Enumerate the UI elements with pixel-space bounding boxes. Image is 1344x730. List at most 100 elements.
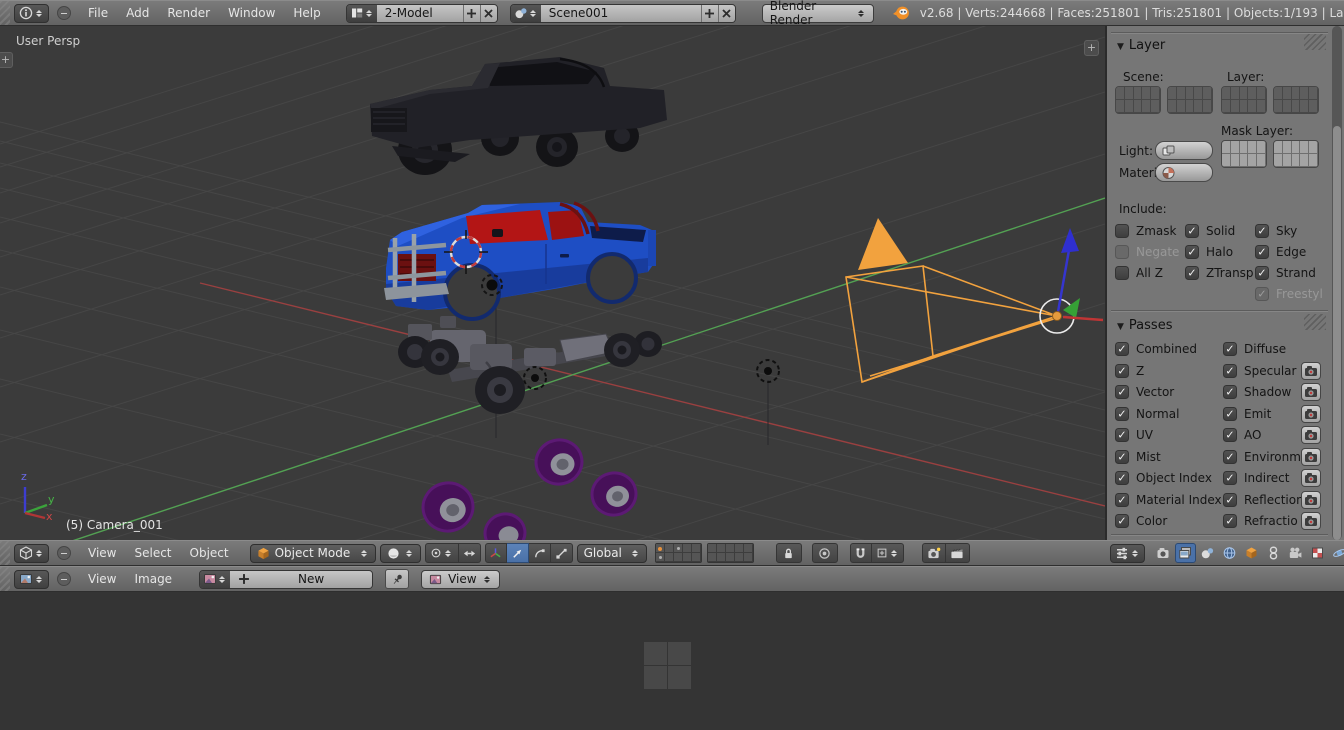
snap-element-dropdown[interactable] [871, 543, 904, 563]
checkbox-specular[interactable]: ✓ [1223, 364, 1237, 378]
layer-toggle-cell[interactable] [1274, 87, 1283, 100]
delete-layout-button[interactable] [479, 4, 497, 22]
properties-tab-render-layers[interactable] [1175, 543, 1196, 563]
delete-scene-button[interactable] [717, 4, 735, 22]
material-override-field[interactable] [1155, 163, 1213, 182]
pivot-point-dropdown[interactable] [424, 543, 459, 563]
layer-toggle-cell[interactable] [1230, 87, 1240, 100]
properties-tab-texture[interactable] [1307, 543, 1328, 563]
lock-to-scene-button[interactable] [775, 543, 802, 563]
layer-toggle-cell[interactable] [691, 544, 701, 553]
opengl-render-image-button[interactable] [921, 543, 946, 563]
editor-type-image-button[interactable] [14, 569, 49, 589]
layer-toggle-cell[interactable] [1222, 100, 1231, 113]
layer-toggle-cell[interactable] [1309, 141, 1318, 154]
layer-toggle-cell[interactable] [1222, 87, 1231, 100]
scene-name[interactable]: Scene001 [540, 4, 701, 22]
layer-toggle-cell[interactable] [664, 544, 674, 553]
collapse-menus-button[interactable] [57, 546, 71, 560]
layer-toggle-cell[interactable] [1257, 141, 1266, 154]
layer-toggle-cell[interactable] [1282, 141, 1292, 154]
layer-toggle-cell[interactable] [1257, 87, 1266, 100]
menu-view[interactable]: View [79, 546, 125, 560]
layer-toggle-cell[interactable] [673, 553, 683, 562]
layer-toggle-cell[interactable] [1151, 87, 1160, 100]
layer-toggle-cell[interactable] [1176, 87, 1186, 100]
layer-toggle-cell[interactable] [664, 553, 674, 562]
menu-view[interactable]: View [79, 572, 125, 586]
checkbox-z[interactable]: ✓ [1115, 364, 1129, 378]
checkbox-negate[interactable] [1115, 245, 1129, 259]
layer-toggle-cell[interactable] [1309, 100, 1318, 113]
pass-exclude-toggle-ao[interactable] [1301, 426, 1321, 444]
layer-toggle-cell[interactable] [1203, 87, 1212, 100]
layer-toggle-cell[interactable] [1194, 87, 1204, 100]
rotate-manipulator-button[interactable] [528, 543, 551, 563]
panel-drag-grip[interactable] [1304, 34, 1326, 50]
layer-toggle-cell[interactable] [1248, 87, 1258, 100]
layer-toggle-cell[interactable] [743, 544, 753, 553]
layer-toggle-cell[interactable] [682, 553, 692, 562]
properties-tab-physics[interactable] [1329, 543, 1344, 563]
layer-toggle-cell[interactable] [1248, 100, 1258, 113]
layer-toggle-cell[interactable] [1124, 87, 1134, 100]
editor-type-info-button[interactable] [14, 3, 49, 23]
pin-image-button[interactable] [385, 569, 410, 589]
layer-toggle-cell[interactable] [1133, 100, 1143, 113]
panel-scrollbar[interactable] [1332, 26, 1342, 540]
layer-toggle-cell[interactable] [1230, 100, 1240, 113]
layer-toggle-cell[interactable] [1116, 87, 1125, 100]
layer-toggle-cell[interactable] [1203, 100, 1212, 113]
screen-layout-name[interactable]: 2-Model [376, 4, 463, 22]
new-image-button[interactable]: New [230, 570, 373, 588]
add-scene-button[interactable] [700, 4, 718, 22]
properties-region-handle[interactable]: + [1084, 40, 1099, 56]
purple-wheels-object[interactable] [419, 436, 640, 540]
proportional-edit-button[interactable] [811, 543, 838, 563]
checkbox-mist[interactable]: ✓ [1115, 450, 1129, 464]
layer-toggle-cell[interactable] [1194, 100, 1204, 113]
layer-toggle-cell[interactable] [1274, 100, 1283, 113]
editor-type-view3d-button[interactable] [14, 543, 49, 563]
checkbox-solid[interactable]: ✓ [1185, 224, 1199, 238]
layer-toggle-cell[interactable] [725, 544, 735, 553]
panel-drag-grip[interactable] [1304, 314, 1326, 330]
layer-toggle-cell[interactable] [734, 544, 744, 553]
translate-manipulator-button[interactable] [506, 543, 529, 563]
header-grip[interactable] [0, 567, 10, 591]
layer-toggle-cell[interactable] [1282, 154, 1292, 167]
layer-toggle-cell[interactable] [1239, 154, 1249, 167]
layer-toggle-cell[interactable] [673, 544, 683, 553]
editor-type-properties-button[interactable] [1110, 543, 1145, 563]
image-editor-canvas[interactable] [0, 592, 1344, 730]
checkbox-zmask[interactable] [1115, 224, 1129, 238]
layer-toggle-cell[interactable] [655, 544, 665, 553]
layer-toggle-cell[interactable] [1291, 141, 1301, 154]
layer-toggle-cell[interactable] [1185, 87, 1195, 100]
checkbox-combined[interactable]: ✓ [1115, 342, 1129, 356]
layer-toggle-cell[interactable] [691, 553, 701, 562]
layer-toggle-cell[interactable] [1282, 100, 1292, 113]
layer-toggle-cell[interactable] [1291, 87, 1301, 100]
properties-tab-object[interactable] [1241, 543, 1262, 563]
layer-toggle-cell[interactable] [1239, 100, 1249, 113]
layer-toggle-cell[interactable] [1257, 100, 1266, 113]
checkbox-environm[interactable]: ✓ [1223, 450, 1237, 464]
layer-toggle-cell[interactable] [1248, 154, 1258, 167]
layer-toggle-cell[interactable] [1300, 100, 1310, 113]
scale-manipulator-button[interactable] [550, 543, 573, 563]
layer-toggle-cell[interactable] [743, 553, 753, 562]
header-grip[interactable] [0, 541, 10, 565]
scene-browse-button[interactable] [510, 4, 541, 22]
pass-exclude-toggle-indirect[interactable] [1301, 469, 1321, 487]
layer-toggle-cell[interactable] [1309, 154, 1318, 167]
properties-tab-data[interactable] [1285, 543, 1306, 563]
layer-toggle-cell[interactable] [1222, 141, 1231, 154]
pass-exclude-toggle-refractio[interactable] [1301, 512, 1321, 530]
viewport-shading-dropdown[interactable] [379, 543, 421, 563]
layer-toggle-cell[interactable] [1116, 100, 1125, 113]
layer-toggle-cell[interactable] [1239, 87, 1249, 100]
checkbox-indirect[interactable]: ✓ [1223, 471, 1237, 485]
layer-toggle-cell[interactable] [1176, 100, 1186, 113]
checkbox-ztransp[interactable]: ✓ [1185, 266, 1199, 280]
